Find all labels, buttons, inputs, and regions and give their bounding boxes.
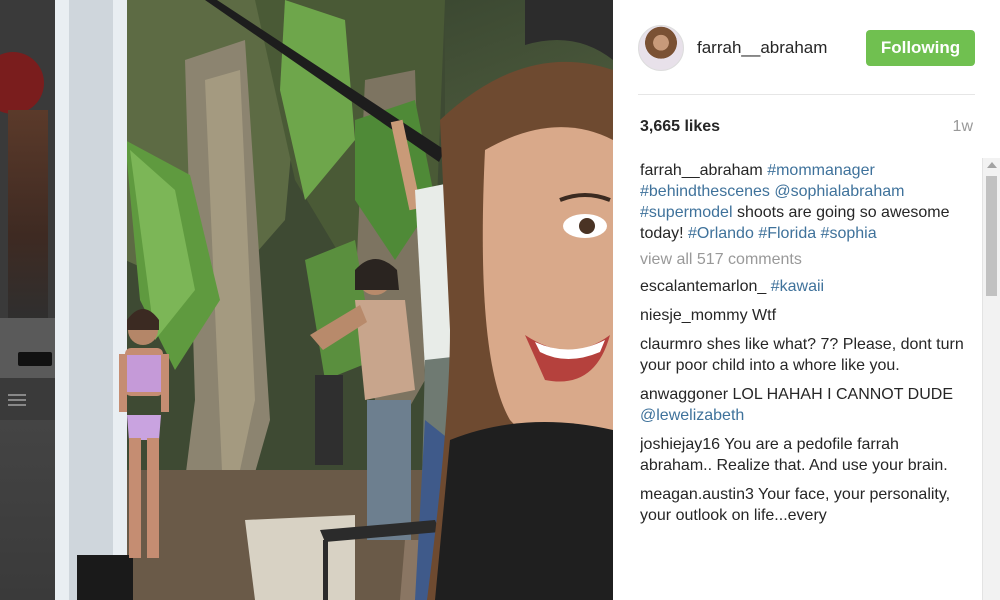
hashtag-link[interactable]: #supermodel bbox=[640, 204, 733, 221]
comment-text: LOL HAHAH I CANNOT DUDE bbox=[732, 386, 954, 403]
hashtag-link[interactable]: #mommanager bbox=[767, 162, 875, 179]
comments-scrollbar[interactable] bbox=[982, 158, 1000, 600]
caption-username[interactable]: farrah__abraham bbox=[640, 162, 763, 179]
post-photo[interactable] bbox=[55, 0, 613, 600]
comment-item: anwaggoner LOL HAHAH I CANNOT DUDE @lewe… bbox=[640, 384, 970, 426]
comment-item: niesje_mommy Wtf bbox=[640, 305, 970, 326]
avatar[interactable] bbox=[638, 25, 684, 71]
comment-username[interactable]: joshiejay16 bbox=[640, 436, 720, 453]
scroll-up-arrow-icon[interactable] bbox=[987, 162, 997, 168]
comment-item: meagan.austin3 Your face, your personali… bbox=[640, 484, 970, 526]
hashtag-link[interactable]: @lewelizabeth bbox=[640, 407, 744, 424]
photo-illustration bbox=[55, 0, 613, 600]
post-username[interactable]: farrah__abraham bbox=[697, 38, 827, 58]
comment-username[interactable]: claurmro bbox=[640, 336, 702, 353]
hashtag-link[interactable]: #behindthescenes bbox=[640, 183, 770, 200]
header-divider bbox=[638, 94, 975, 95]
hashtag-link[interactable]: @sophialabraham bbox=[774, 183, 904, 200]
comment-text: Wtf bbox=[752, 307, 777, 324]
following-button[interactable]: Following bbox=[866, 30, 975, 66]
comment-username[interactable]: niesje_mommy bbox=[640, 307, 748, 324]
comment-item: joshiejay16 You are a pedofile farrah ab… bbox=[640, 434, 970, 476]
caption: farrah__abraham #mommanager #behindthesc… bbox=[640, 160, 970, 244]
hashtag-link[interactable]: #Florida bbox=[758, 225, 816, 242]
scroll-thumb[interactable] bbox=[986, 176, 997, 296]
hashtag-link[interactable]: #kawaii bbox=[771, 278, 824, 295]
background-bar bbox=[18, 352, 52, 366]
menu-icon bbox=[8, 394, 26, 408]
comment-username[interactable]: escalantemarlon_ bbox=[640, 278, 766, 295]
likes-count[interactable]: 3,665 likes bbox=[640, 118, 720, 136]
comment-item: escalantemarlon_ #kawaii bbox=[640, 276, 970, 297]
comment-username[interactable]: anwaggoner bbox=[640, 386, 728, 403]
background-page bbox=[0, 0, 55, 600]
background-image bbox=[8, 110, 48, 320]
background-band bbox=[0, 318, 55, 378]
hashtag-link[interactable]: #Orlando bbox=[688, 225, 754, 242]
post-side-panel: farrah__abraham Following 3,665 likes 1w… bbox=[613, 0, 1000, 600]
comment-item: claurmro shes like what? 7? Please, dont… bbox=[640, 334, 970, 376]
comments-list: farrah__abraham #mommanager #behindthesc… bbox=[640, 160, 970, 600]
background-circle bbox=[0, 52, 44, 114]
comment-items: escalantemarlon_ #kawaii niesje_mommy Wtf… bbox=[640, 276, 970, 526]
view-all-comments-link[interactable]: view all 517 comments bbox=[640, 249, 970, 270]
comment-username[interactable]: meagan.austin3 bbox=[640, 486, 754, 503]
post-age[interactable]: 1w bbox=[953, 118, 973, 136]
background-strip bbox=[0, 420, 55, 600]
post-header: farrah__abraham Following bbox=[613, 0, 1000, 94]
hashtag-link[interactable]: #sophia bbox=[821, 225, 877, 242]
